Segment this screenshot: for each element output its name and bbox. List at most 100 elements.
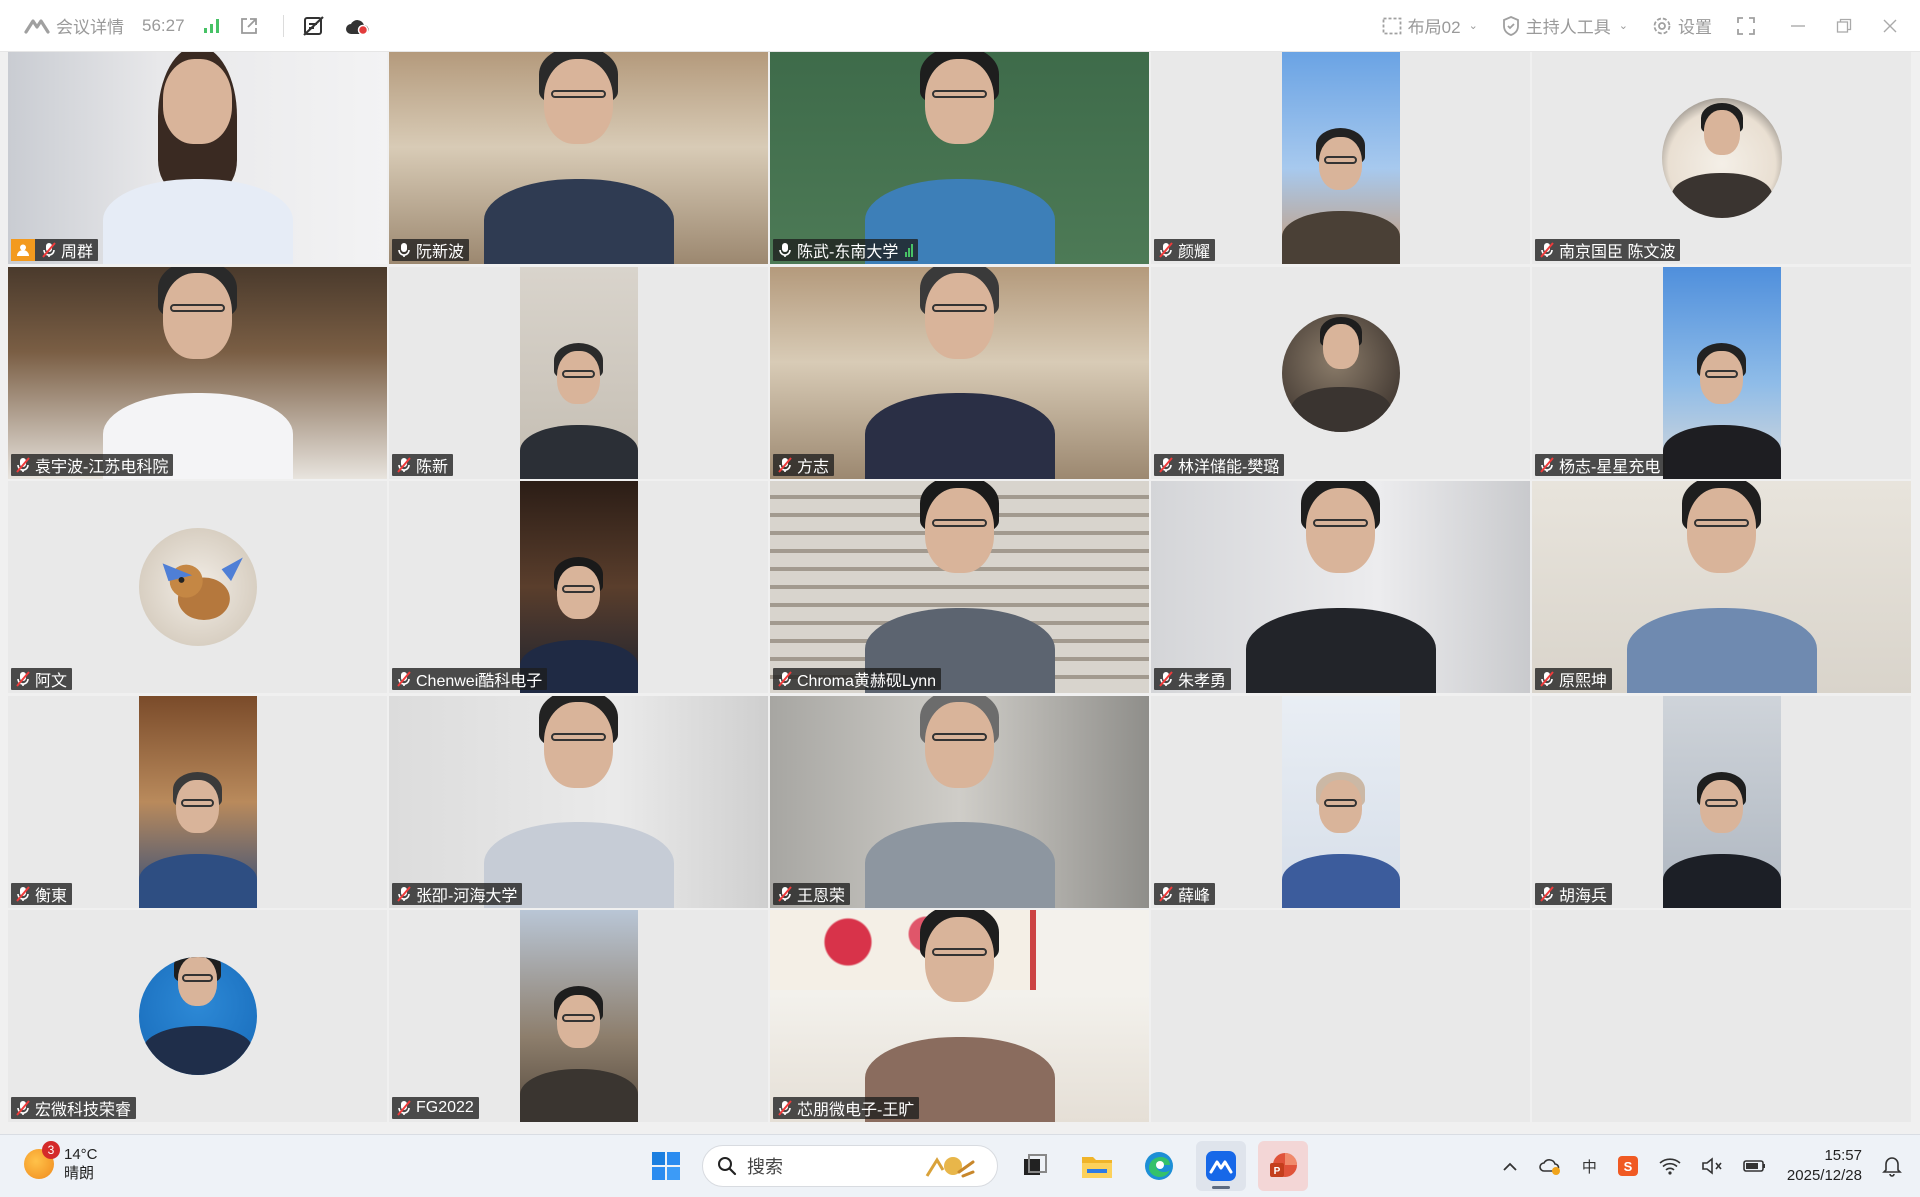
participant-name-tag: 阮新波	[392, 239, 470, 261]
participant-video-tile[interactable]: 衡東	[8, 695, 387, 908]
edge-browser-button[interactable]	[1134, 1141, 1184, 1191]
participant-figure	[864, 52, 1055, 264]
participant-video-tile[interactable]: FG2022	[389, 910, 768, 1122]
participant-name: 薛峰	[1178, 887, 1211, 905]
search-icon	[718, 1157, 737, 1176]
task-view-button[interactable]	[1010, 1141, 1060, 1191]
sogou-input-icon[interactable]: S	[1617, 1155, 1639, 1177]
participant-name-tag: 王恩荣	[773, 882, 851, 905]
participant-name-tag: 胡海兵	[1535, 882, 1613, 905]
participant-video-tile[interactable]: 原熙坤	[1532, 481, 1911, 693]
weather-description: 晴朗	[64, 1165, 95, 1182]
participant-name-tag: 袁宇波-江苏电科院	[11, 453, 174, 476]
participant-name-tag: 颜耀	[1154, 239, 1216, 261]
participant-video-tile[interactable]: 颜耀	[1151, 52, 1530, 264]
microphone-muted-icon	[397, 885, 411, 902]
participant-avatar	[138, 957, 257, 1075]
shield-icon	[1502, 15, 1519, 36]
participant-video-tile[interactable]: 张卲-河海大学	[389, 695, 768, 908]
microphone-muted-icon	[1159, 885, 1173, 902]
wifi-icon[interactable]	[1659, 1157, 1681, 1175]
taskbar-search-box[interactable]: 搜索	[702, 1145, 998, 1187]
participant-name: 胡海兵	[1559, 887, 1608, 905]
participant-figure	[142, 957, 253, 1075]
participant-video-tile[interactable]: 陈武-东南大学	[770, 52, 1149, 264]
toolbar-divider	[282, 14, 284, 37]
participant-video-tile[interactable]: 宏微科技荣睿	[8, 910, 387, 1122]
portrait-video-frame	[519, 910, 638, 1122]
speaker-muted-icon[interactable]	[1701, 1157, 1723, 1175]
powerpoint-icon: P	[1270, 1153, 1297, 1177]
taskbar-clock[interactable]: 15:57 2025/12/28	[1787, 1146, 1862, 1186]
participant-figure	[1626, 481, 1817, 693]
participant-video-tile[interactable]: Chenwei酷科电子	[389, 481, 768, 693]
participant-video-tile[interactable]: 王恩荣	[770, 695, 1149, 908]
participant-video-tile[interactable]: 周群	[8, 52, 387, 264]
participant-video-tile[interactable]: 阿文	[8, 481, 387, 693]
participant-name: FG2022	[416, 1099, 474, 1116]
participant-name: 陈新	[416, 458, 449, 476]
participant-video-tile[interactable]: 南京国臣 陈文波	[1532, 52, 1911, 264]
share-out-icon[interactable]	[239, 16, 259, 36]
participant-name-tag: 阿文	[11, 668, 73, 690]
participant-figure	[1671, 98, 1772, 218]
portrait-video-frame	[519, 266, 638, 479]
participant-name: Chroma黄赫砚Lynn	[797, 673, 937, 690]
portrait-video-frame	[138, 695, 257, 908]
participant-video-tile[interactable]: 胡海兵	[1532, 695, 1911, 908]
gear-icon	[1653, 17, 1671, 34]
weather-widget[interactable]: 3 14°C 晴朗	[24, 1141, 98, 1183]
microphone-muted-icon	[1540, 885, 1554, 902]
network-signal-icon[interactable]	[203, 18, 221, 34]
participant-name: 阿文	[35, 673, 68, 690]
file-explorer-button[interactable]	[1072, 1141, 1122, 1191]
participant-name-tag: 南京国臣 陈文波	[1535, 239, 1681, 261]
task-view-icon	[1024, 1154, 1047, 1175]
participant-video-tile[interactable]: Chroma黄赫砚Lynn	[770, 481, 1149, 693]
system-tray: 中 S 15:57 2025/12/28	[1502, 1135, 1902, 1197]
meeting-info-button[interactable]: 会议详情	[24, 13, 124, 38]
participant-video-tile[interactable]: 阮新波	[389, 52, 768, 264]
chevron-down-icon: ⌄	[1618, 20, 1628, 32]
participant-name-tag: FG2022	[392, 1097, 479, 1119]
fullscreen-button[interactable]	[1736, 16, 1756, 36]
microphone-muted-icon	[778, 885, 792, 902]
participant-figure	[864, 695, 1055, 908]
participant-video-tile[interactable]: 陈新	[389, 266, 768, 479]
microphone-icon	[779, 243, 791, 257]
participant-video-tile[interactable]: 杨志-星星充电	[1532, 266, 1911, 479]
close-icon[interactable]	[1882, 18, 1898, 34]
host-tools-button[interactable]: 主持人工具 ⌄	[1502, 13, 1628, 38]
minimize-icon[interactable]	[1790, 18, 1806, 34]
participant-figure	[519, 331, 638, 479]
layout-button[interactable]: 布局02 ⌄	[1382, 13, 1478, 38]
settings-button[interactable]: 设置	[1652, 13, 1712, 38]
start-button[interactable]	[642, 1142, 690, 1190]
participant-name-tag: 林洋储能-樊璐	[1154, 453, 1285, 476]
powerpoint-button[interactable]: P	[1258, 1141, 1308, 1191]
participant-video-tile[interactable]: 薛峰	[1151, 695, 1530, 908]
participant-name-tag: 周群	[11, 239, 99, 261]
layout-label: 布局02	[1407, 18, 1461, 37]
microphone-muted-icon	[16, 456, 30, 473]
notification-bell-icon[interactable]	[1882, 1155, 1902, 1177]
participant-video-tile[interactable]: 方志	[770, 266, 1149, 479]
portrait-video-frame	[1281, 695, 1400, 908]
recording-off-icon[interactable]	[302, 15, 326, 37]
battery-icon[interactable]	[1743, 1158, 1767, 1174]
participant-video-tile[interactable]: 袁宇波-江苏电科院	[8, 266, 387, 479]
participant-figure	[519, 975, 638, 1122]
participant-video-tile[interactable]: 芯朋微电子-王旷	[770, 910, 1149, 1122]
participant-video-tile[interactable]: 林洋储能-樊璐	[1151, 266, 1530, 479]
participant-video-tile[interactable]: 朱孝勇	[1151, 481, 1530, 693]
cloud-record-icon[interactable]	[344, 16, 370, 36]
ime-indicator[interactable]: 中	[1582, 1156, 1597, 1177]
tencent-meeting-taskbar-button[interactable]	[1196, 1141, 1246, 1191]
cloud-sync-icon[interactable]	[1538, 1155, 1562, 1177]
restore-icon[interactable]	[1836, 18, 1852, 34]
participant-figure	[1281, 117, 1400, 264]
participant-name: 方志	[797, 458, 830, 476]
participant-name: 朱孝勇	[1178, 673, 1227, 690]
participant-figure	[864, 910, 1055, 1122]
chevron-up-icon[interactable]	[1502, 1160, 1518, 1172]
